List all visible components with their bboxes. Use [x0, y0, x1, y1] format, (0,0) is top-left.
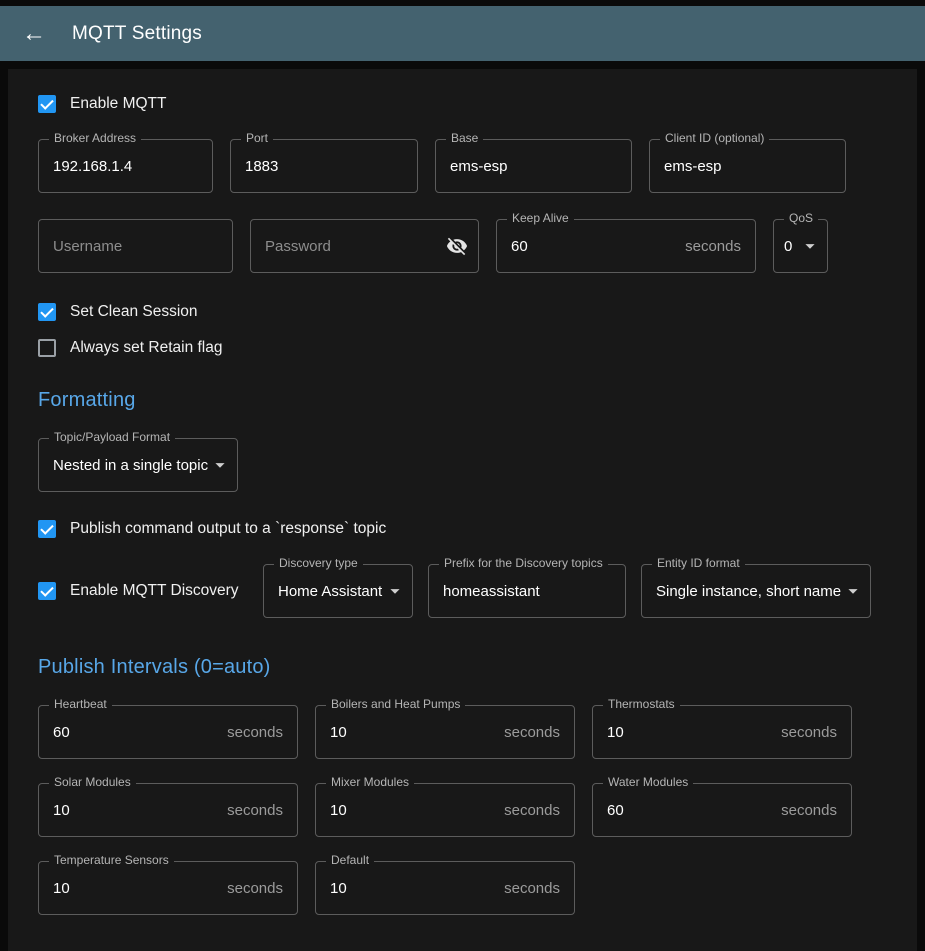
field-label: Base: [446, 131, 483, 147]
app-bar: ← MQTT Settings: [0, 6, 925, 61]
keep-alive-input[interactable]: [497, 220, 685, 272]
field-label: Client ID (optional): [660, 131, 769, 147]
keep-alive-field[interactable]: Keep Alive seconds: [496, 219, 756, 273]
field-label: Temperature Sensors: [49, 853, 174, 869]
field-label: Heartbeat: [49, 697, 112, 713]
field-label: QoS: [784, 211, 818, 227]
unit-suffix: seconds: [227, 724, 297, 741]
unit-suffix: seconds: [685, 238, 755, 255]
field-label: Keep Alive: [507, 211, 574, 227]
credentials-row: Keep Alive seconds QoS 0: [38, 219, 887, 273]
field-label: Broker Address: [49, 131, 141, 147]
port-input[interactable]: [231, 140, 417, 192]
mixer-interval-input[interactable]: [316, 784, 504, 836]
checkbox-icon[interactable]: [38, 339, 56, 357]
field-label: Solar Modules: [49, 775, 136, 791]
enable-mqtt-row[interactable]: Enable MQTT: [38, 95, 887, 113]
entity-id-format-select[interactable]: Entity ID format Single instance, short …: [641, 564, 871, 618]
solar-interval-input[interactable]: [39, 784, 227, 836]
intervals-heading: Publish Intervals (0=auto): [38, 656, 887, 679]
back-button[interactable]: ←: [18, 18, 50, 50]
temperature-interval-input[interactable]: [39, 862, 227, 914]
water-interval-field[interactable]: Water Modules seconds: [592, 783, 852, 837]
boilers-interval-field[interactable]: Boilers and Heat Pumps seconds: [315, 705, 575, 759]
field-label: Thermostats: [603, 697, 680, 713]
page-title: MQTT Settings: [72, 23, 202, 45]
heartbeat-input[interactable]: [39, 706, 227, 758]
password-input[interactable]: [251, 220, 446, 272]
unit-suffix: seconds: [227, 880, 297, 897]
entity-id-format-value: Single instance, short name: [642, 583, 841, 600]
field-label: Discovery type: [274, 556, 363, 572]
checkbox-icon[interactable]: [38, 520, 56, 538]
default-interval-input[interactable]: [316, 862, 504, 914]
mqtt-settings-form: Enable MQTT Broker Address Port Base Cli…: [8, 69, 917, 951]
solar-interval-field[interactable]: Solar Modules seconds: [38, 783, 298, 837]
qos-select[interactable]: QoS 0: [773, 219, 828, 273]
heartbeat-field[interactable]: Heartbeat seconds: [38, 705, 298, 759]
discovery-prefix-field[interactable]: Prefix for the Discovery topics: [428, 564, 626, 618]
enable-mqtt-label: Enable MQTT: [70, 95, 166, 113]
chevron-down-icon: [384, 580, 406, 602]
publish-response-label: Publish command output to a `response` t…: [70, 520, 386, 538]
field-label: Water Modules: [603, 775, 693, 791]
field-label: Entity ID format: [652, 556, 745, 572]
clean-session-label: Set Clean Session: [70, 303, 198, 321]
retain-flag-label: Always set Retain flag: [70, 339, 223, 357]
discovery-type-value: Home Assistant: [264, 583, 382, 600]
unit-suffix: seconds: [504, 724, 574, 741]
retain-flag-row[interactable]: Always set Retain flag: [38, 339, 887, 357]
field-label: Prefix for the Discovery topics: [439, 556, 608, 572]
password-field[interactable]: [250, 219, 479, 273]
default-interval-field[interactable]: Default seconds: [315, 861, 575, 915]
port-field[interactable]: Port: [230, 139, 418, 193]
discovery-type-select[interactable]: Discovery type Home Assistant: [263, 564, 413, 618]
enable-discovery-label: Enable MQTT Discovery: [70, 582, 239, 600]
chevron-down-icon: [209, 454, 231, 476]
chevron-down-icon: [799, 235, 821, 257]
clean-session-row[interactable]: Set Clean Session: [38, 303, 887, 321]
username-input[interactable]: [39, 220, 232, 272]
visibility-off-icon[interactable]: [446, 235, 478, 257]
unit-suffix: seconds: [504, 880, 574, 897]
discovery-prefix-input[interactable]: [429, 565, 625, 617]
chevron-down-icon: [842, 580, 864, 602]
boilers-interval-input[interactable]: [316, 706, 504, 758]
mixer-interval-field[interactable]: Mixer Modules seconds: [315, 783, 575, 837]
qos-value: 0: [774, 238, 792, 255]
field-label: Topic/Payload Format: [49, 430, 175, 446]
client-id-input[interactable]: [650, 140, 845, 192]
field-label: Default: [326, 853, 374, 869]
base-field[interactable]: Base: [435, 139, 632, 193]
broker-address-field[interactable]: Broker Address: [38, 139, 213, 193]
thermostats-interval-field[interactable]: Thermostats seconds: [592, 705, 852, 759]
username-field[interactable]: [38, 219, 233, 273]
topic-format-select[interactable]: Topic/Payload Format Nested in a single …: [38, 438, 238, 492]
checkbox-icon[interactable]: [38, 582, 56, 600]
field-label: Mixer Modules: [326, 775, 414, 791]
field-label: Boilers and Heat Pumps: [326, 697, 465, 713]
thermostats-interval-input[interactable]: [593, 706, 781, 758]
checkbox-icon[interactable]: [38, 303, 56, 321]
unit-suffix: seconds: [227, 802, 297, 819]
publish-response-row[interactable]: Publish command output to a `response` t…: [38, 520, 887, 538]
discovery-row: Enable MQTT Discovery Discovery type Hom…: [38, 564, 887, 618]
formatting-heading: Formatting: [38, 389, 887, 412]
topic-format-row: Topic/Payload Format Nested in a single …: [38, 438, 887, 492]
intervals-grid: Heartbeat seconds Boilers and Heat Pumps…: [38, 705, 887, 915]
unit-suffix: seconds: [504, 802, 574, 819]
temperature-interval-field[interactable]: Temperature Sensors seconds: [38, 861, 298, 915]
unit-suffix: seconds: [781, 724, 851, 741]
topic-format-value: Nested in a single topic: [39, 457, 208, 474]
base-input[interactable]: [436, 140, 631, 192]
checkbox-icon[interactable]: [38, 95, 56, 113]
broker-settings-row: Broker Address Port Base Client ID (opti…: [38, 139, 887, 193]
client-id-field[interactable]: Client ID (optional): [649, 139, 846, 193]
enable-discovery-row[interactable]: Enable MQTT Discovery: [38, 582, 248, 600]
broker-address-input[interactable]: [39, 140, 212, 192]
unit-suffix: seconds: [781, 802, 851, 819]
water-interval-input[interactable]: [593, 784, 781, 836]
field-label: Port: [241, 131, 273, 147]
